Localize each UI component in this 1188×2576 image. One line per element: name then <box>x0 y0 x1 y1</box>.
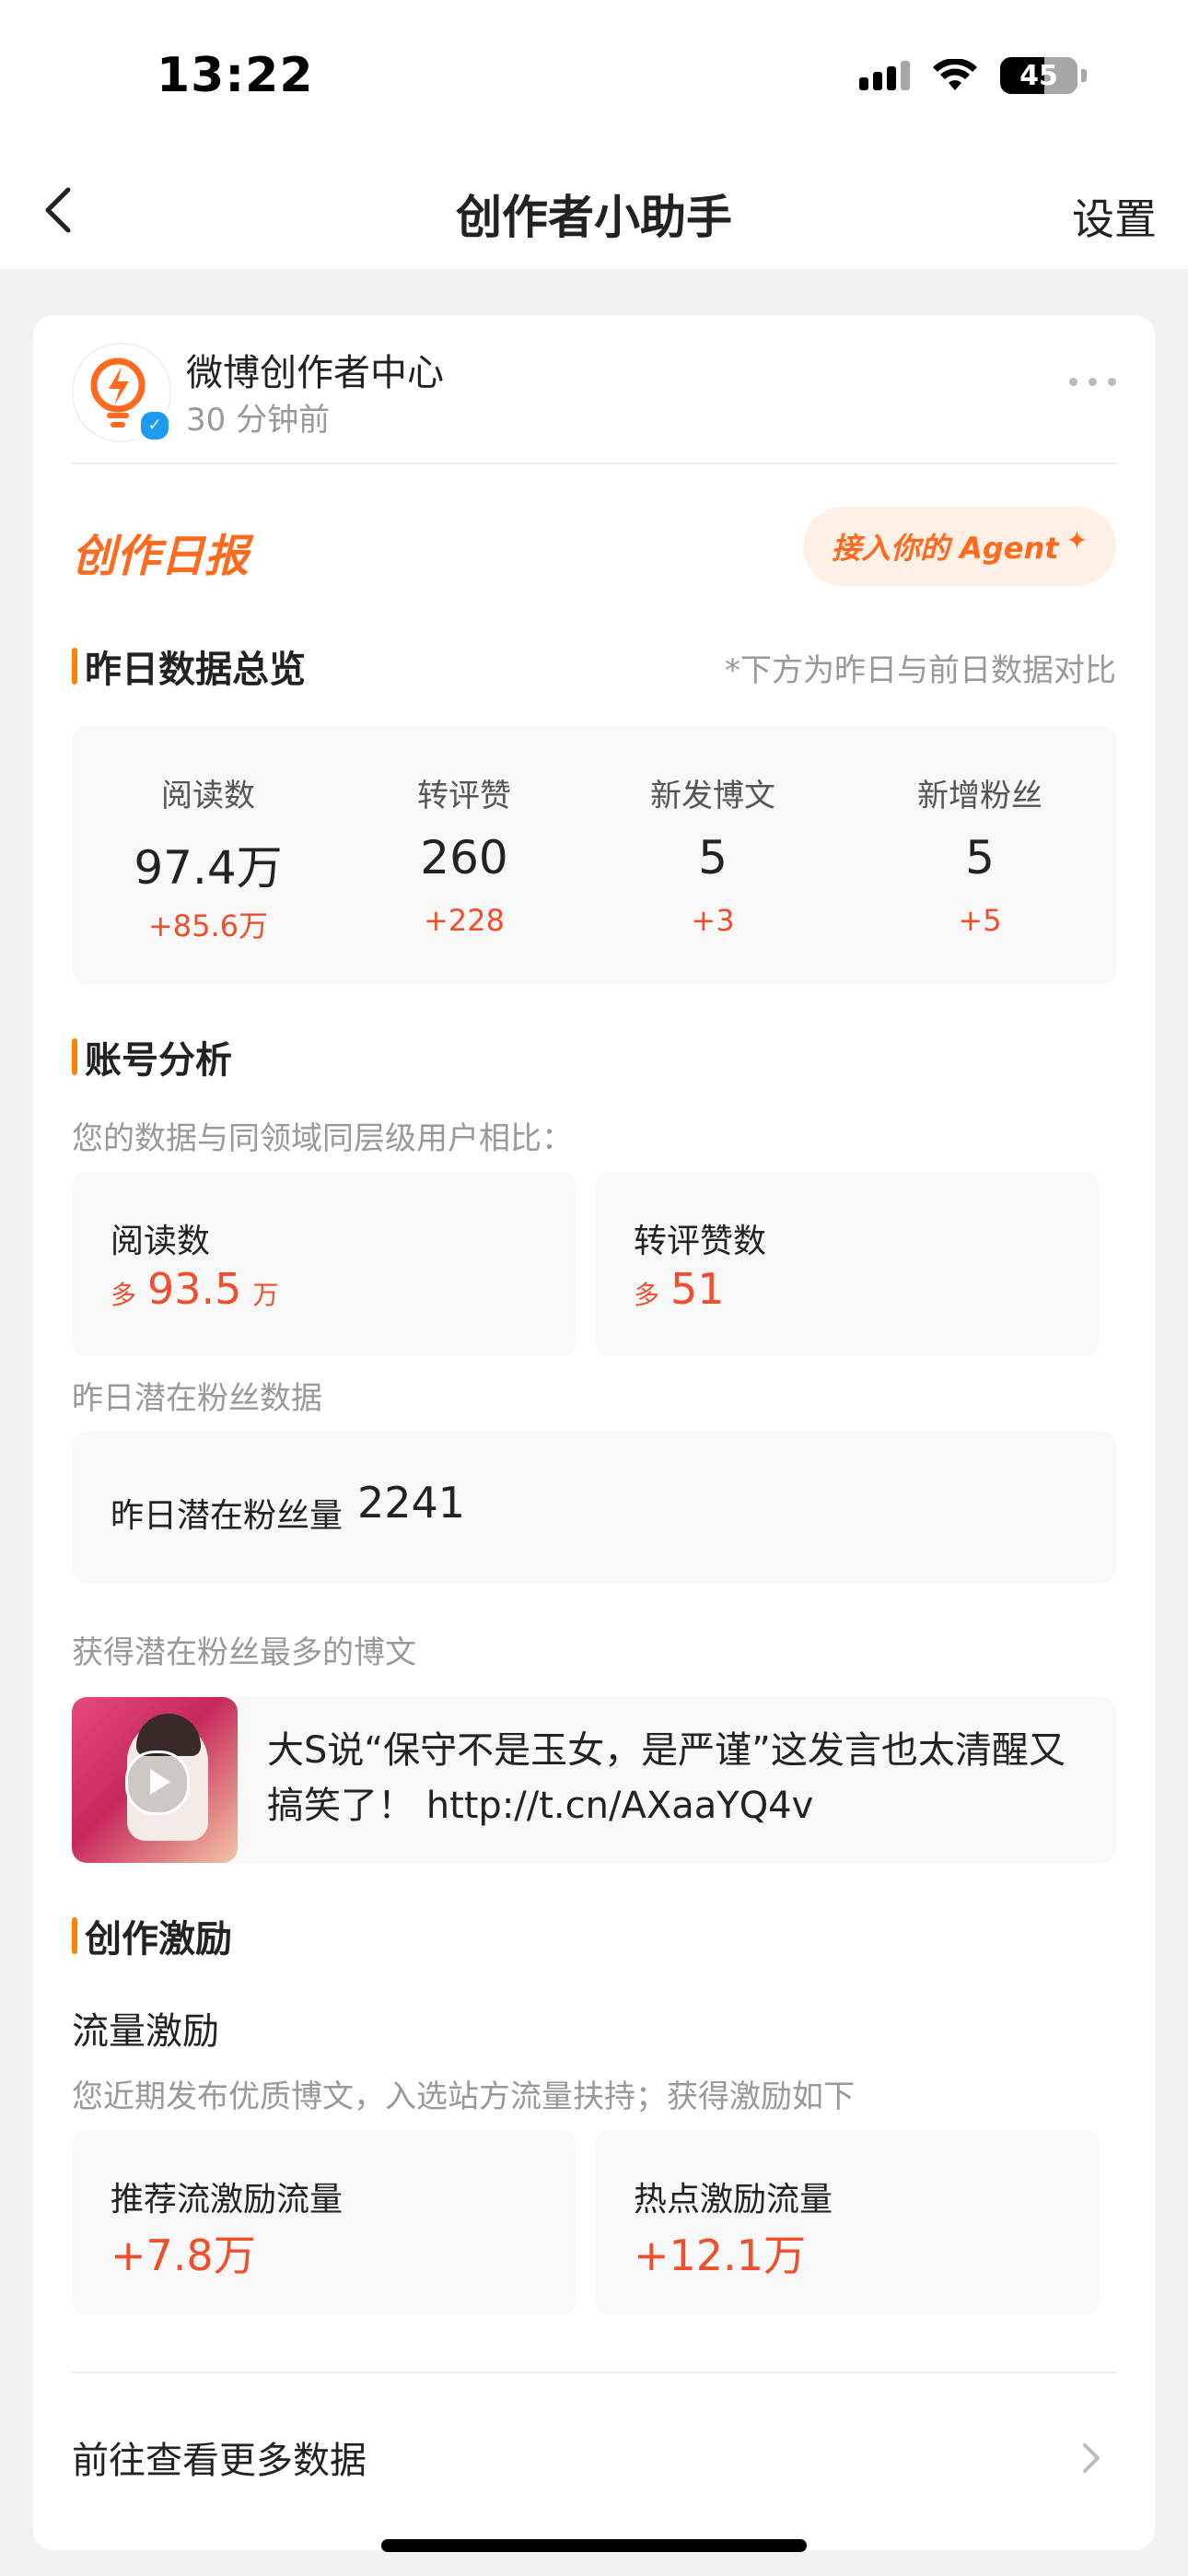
compare-label: 阅读数 <box>111 1223 211 1260</box>
compare-prefix: 多 <box>634 1280 660 1310</box>
avatar[interactable]: ✓ <box>72 343 171 442</box>
overview-section-head: 昨日数据总览 <box>72 639 306 693</box>
divider <box>72 463 1116 464</box>
stat-delta: +5 <box>958 903 1002 938</box>
potential-fans-value: 2241 <box>357 1478 466 1528</box>
post-thumbnail[interactable] <box>72 1697 238 1863</box>
compare-engagement-card[interactable]: 转评赞数 多 51 <box>595 1172 1100 1356</box>
incentive-label: 推荐流激励流量 <box>111 2181 344 2219</box>
stat-delta: +228 <box>424 903 505 938</box>
overview-note: *下方为昨日与前日数据对比 <box>725 652 1116 689</box>
stat-label: 转评赞 <box>417 778 511 814</box>
daily-report-card: ✓ 微博创作者中心 30 分钟前 创作日报 接入你的 Agent ✦ 昨日数据总… <box>33 315 1155 2550</box>
incentive-title: 创作激励 <box>85 1918 232 1961</box>
recommend-traffic-card[interactable]: 推荐流激励流量 +7.8万 <box>72 2130 577 2314</box>
hot-traffic-card[interactable]: 热点激励流量 +12.1万 <box>595 2130 1100 2314</box>
verified-icon: ✓ <box>138 409 171 442</box>
thumbnail-hair <box>136 1714 201 1756</box>
page-title: 创作者小助手 <box>456 191 732 244</box>
sparkle-icon: ✦ <box>1066 524 1089 556</box>
incentive-subtitle: 流量激励 <box>72 2010 219 2053</box>
compare-value: 多 51 <box>634 1264 725 1314</box>
account-header: ✓ 微博创作者中心 30 分钟前 <box>72 343 1116 472</box>
section-bar <box>72 648 77 685</box>
analysis-section-head: 账号分析 <box>72 1030 232 1083</box>
stat-delta: +85.6万 <box>147 908 269 943</box>
top-post-text[interactable]: 大S说“保守不是玉女，是严谨”这发言也太清醒又搞笑了！ http://t.cn/… <box>267 1723 1077 1833</box>
report-title: 创作日报 <box>72 531 250 582</box>
stat-label: 新增粉丝 <box>917 778 1042 814</box>
stat-label: 新发博文 <box>650 778 775 814</box>
status-bar: 13:22 45 <box>0 0 1188 157</box>
compare-reads-card[interactable]: 阅读数 多 93.5 万 <box>72 1172 577 1356</box>
play-icon[interactable] <box>125 1751 190 1815</box>
incentive-label: 热点激励流量 <box>634 2181 833 2219</box>
home-indicator[interactable] <box>381 2539 807 2552</box>
compare-prefix: 多 <box>111 1280 137 1310</box>
more-icon[interactable] <box>1069 378 1116 386</box>
signal-icon <box>859 61 910 90</box>
stat-value: 260 <box>420 831 508 884</box>
overview-title: 昨日数据总览 <box>85 649 306 691</box>
potential-fans-card[interactable]: 昨日潜在粉丝量 2241 <box>72 1432 1116 1583</box>
battery-icon: 45 <box>1000 57 1077 94</box>
more-data-link[interactable]: 前往查看更多数据 <box>72 2399 1116 2500</box>
connect-agent-button[interactable]: 接入你的 Agent ✦ <box>803 507 1116 586</box>
wifi-icon <box>933 59 977 90</box>
compare-value: 多 93.5 万 <box>111 1264 278 1314</box>
settings-button[interactable]: 设置 <box>1072 186 1157 247</box>
section-bar <box>72 1917 77 1954</box>
analysis-title: 账号分析 <box>85 1039 232 1082</box>
analysis-subtitle: 您的数据与同领域同层级用户相比： <box>72 1120 573 1157</box>
section-bar <box>72 1038 77 1075</box>
top-post-section-label: 获得潜在粉丝最多的博文 <box>72 1634 416 1671</box>
compare-label: 转评赞数 <box>634 1223 767 1260</box>
overview-stats: 阅读数 97.4万 +85.6万 转评赞 260 +228 新发博文 5 +3 … <box>72 726 1116 984</box>
incentive-description: 您近期发布优质博文，入选站方流量扶持；获得激励如下 <box>72 2078 855 2115</box>
potential-fans-label: 昨日潜在粉丝量 <box>111 1497 344 1535</box>
agent-button-label: 接入你的 Agent <box>831 531 1059 566</box>
post-time: 30 分钟前 <box>186 402 331 439</box>
top-post-card[interactable]: 大S说“保守不是玉女，是严谨”这发言也太清醒又搞笑了！ http://t.cn/… <box>72 1697 1116 1863</box>
stat-value: 5 <box>698 831 728 884</box>
fans-section-label: 昨日潜在粉丝数据 <box>72 1380 322 1417</box>
compare-number: 51 <box>670 1264 725 1314</box>
more-data-label: 前往查看更多数据 <box>72 2440 367 2482</box>
status-icons: 45 <box>859 57 1087 94</box>
compare-number: 93.5 <box>147 1264 242 1314</box>
chevron-right-icon <box>1083 2443 1100 2473</box>
stat-label: 阅读数 <box>161 778 255 814</box>
account-name[interactable]: 微博创作者中心 <box>186 343 444 396</box>
status-time: 13:22 <box>157 48 314 103</box>
incentive-value: +7.8万 <box>111 2231 256 2280</box>
incentive-value: +12.1万 <box>634 2231 806 2280</box>
compare-suffix: 万 <box>252 1280 279 1310</box>
stat-value: 5 <box>965 831 995 884</box>
battery-level: 45 <box>1019 59 1058 92</box>
incentive-section-head: 创作激励 <box>72 1909 232 1962</box>
stat-value: 97.4万 <box>134 841 283 895</box>
battery-cap <box>1081 69 1087 82</box>
nav-bar: 创作者小助手 设置 <box>0 157 1188 269</box>
stat-delta: +3 <box>691 903 735 938</box>
divider <box>72 2371 1116 2373</box>
